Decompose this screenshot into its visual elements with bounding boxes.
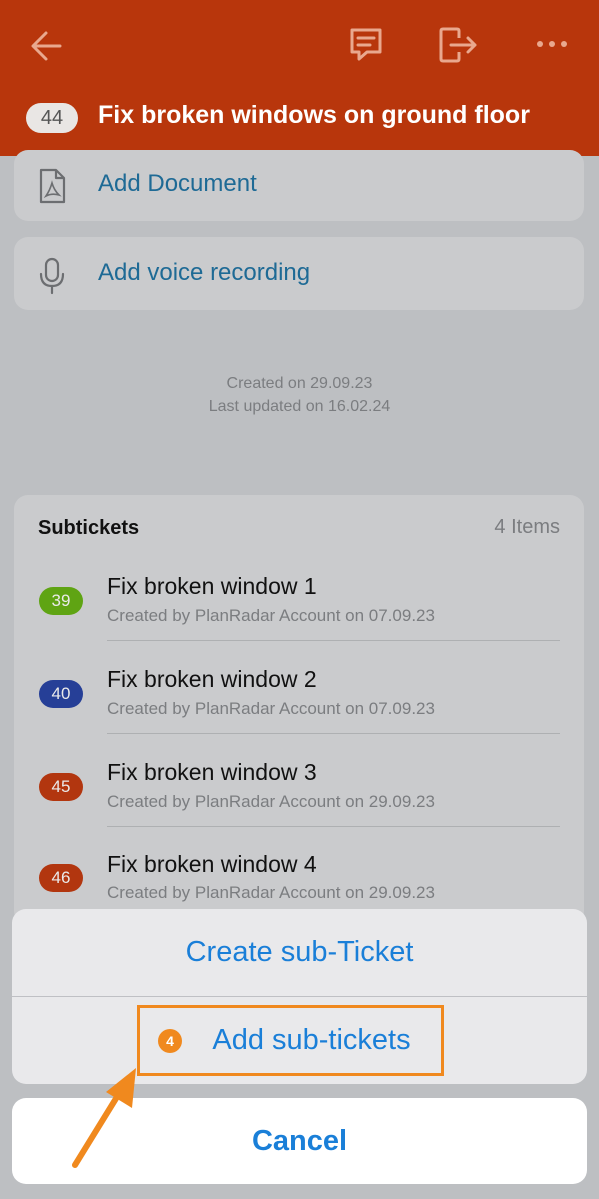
- subtickets-card: Subtickets 4 Items 39 Fix broken window …: [14, 495, 584, 925]
- add-document-label: Add Document: [98, 170, 257, 197]
- subticket-name: Fix broken window 2: [107, 666, 317, 692]
- subticket-row[interactable]: 39 Fix broken window 1 Created by PlanRa…: [14, 563, 584, 656]
- subticket-name: Fix broken window 1: [107, 573, 317, 599]
- subticket-description: Created by PlanRadar Account on 07.09.23: [107, 699, 435, 718]
- divider: [107, 733, 560, 734]
- subticket-number-badge: 40: [39, 680, 83, 708]
- subtickets-count: 4 Items: [494, 516, 560, 538]
- subticket-description: Created by PlanRadar Account on 29.09.23: [107, 792, 435, 811]
- step-number-badge: 4: [158, 1029, 182, 1053]
- ticket-number-badge: 44: [26, 103, 78, 133]
- comment-icon[interactable]: [347, 26, 385, 64]
- updated-date: Last updated on 16.02.24: [208, 398, 391, 415]
- created-date: Created on 29.09.23: [226, 375, 373, 392]
- app-header: 44 Fix broken windows on ground floor: [0, 0, 599, 156]
- create-sub-ticket-button[interactable]: Create sub-Ticket: [12, 909, 587, 996]
- subticket-name: Fix broken window 3: [107, 759, 317, 785]
- pointer-arrow-icon: [72, 1068, 136, 1168]
- subticket-number-badge: 46: [39, 864, 83, 892]
- back-arrow-icon[interactable]: [28, 28, 64, 64]
- subtickets-title: Subtickets: [38, 517, 140, 539]
- more-options-icon[interactable]: [534, 34, 570, 54]
- subticket-row[interactable]: 40 Fix broken window 2 Created by PlanRa…: [14, 656, 584, 749]
- subticket-row[interactable]: 45 Fix broken window 3 Created by PlanRa…: [14, 749, 584, 842]
- subticket-description: Created by PlanRadar Account on 07.09.23: [107, 606, 435, 625]
- subticket-description: Created by PlanRadar Account on 29.09.23: [107, 883, 435, 902]
- export-icon[interactable]: [437, 26, 479, 64]
- add-document-button[interactable]: Add Document: [14, 150, 584, 221]
- microphone-icon: [39, 257, 65, 295]
- pdf-document-icon: [39, 168, 66, 204]
- subticket-number-badge: 45: [39, 773, 83, 801]
- add-voice-label: Add voice recording: [98, 259, 311, 286]
- divider: [107, 640, 560, 641]
- divider: [107, 826, 560, 827]
- add-voice-recording-button[interactable]: Add voice recording: [14, 237, 584, 310]
- ticket-title: Fix broken windows on ground floor: [98, 101, 530, 129]
- subticket-name: Fix broken window 4: [107, 851, 317, 877]
- subticket-number-badge: 39: [39, 587, 83, 615]
- highlight-box: [137, 1005, 444, 1076]
